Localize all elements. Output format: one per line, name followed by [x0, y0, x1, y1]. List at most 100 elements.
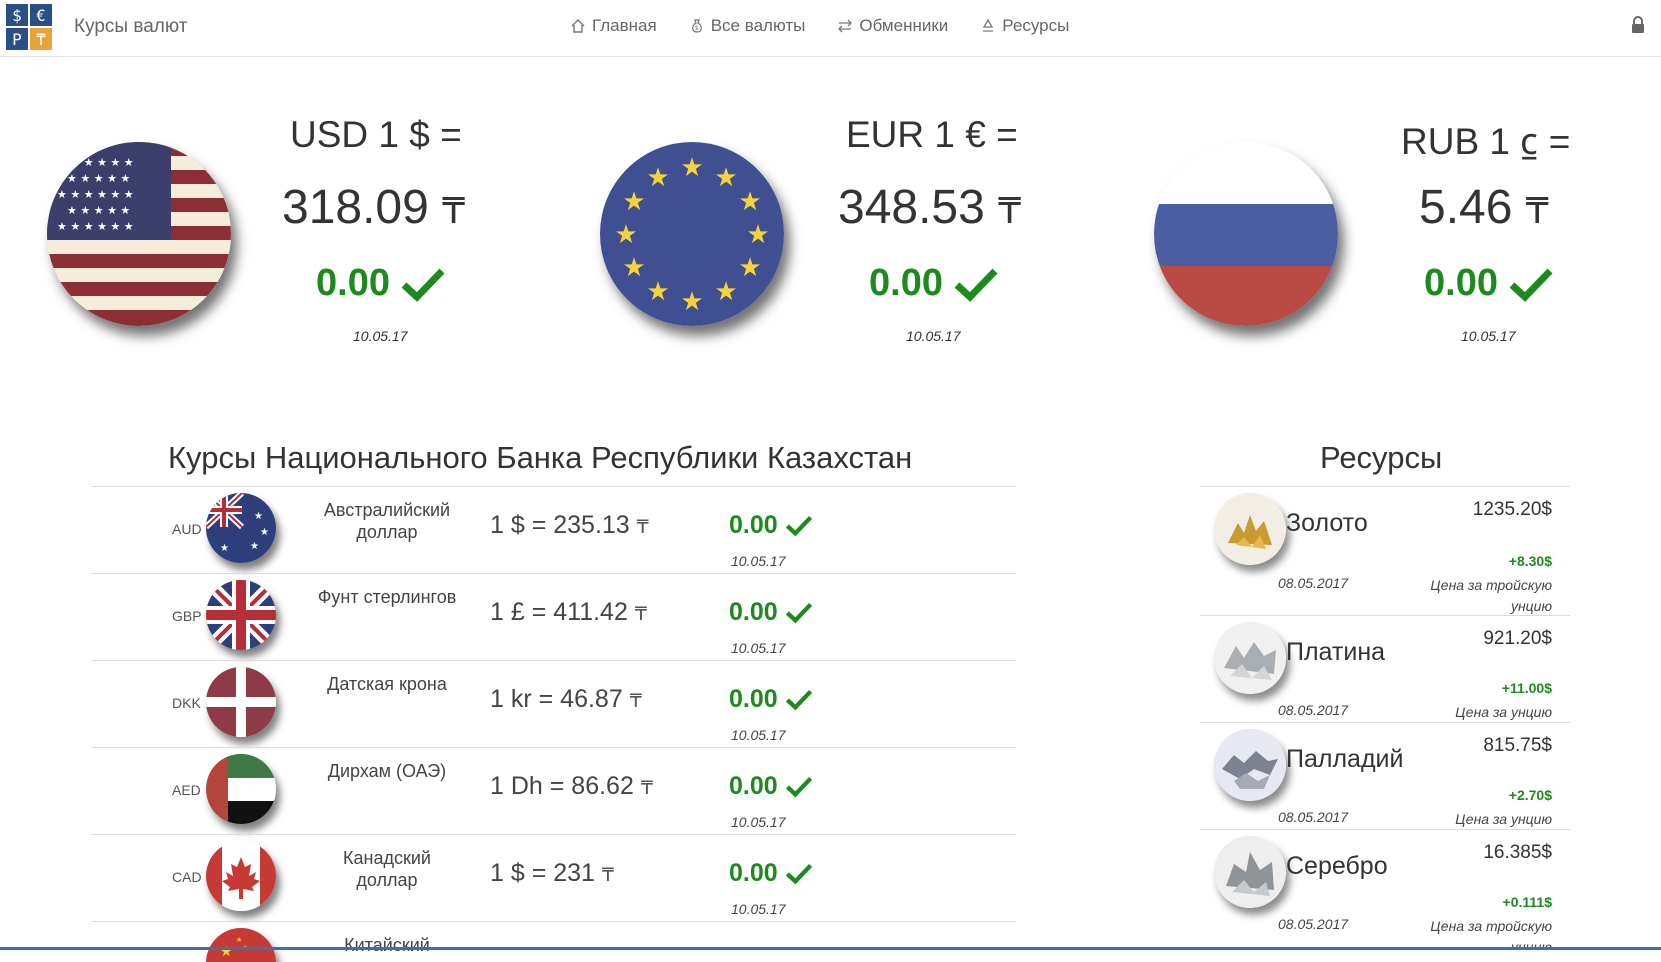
resource-price: 815.75$ — [1483, 735, 1552, 756]
nav-label: Ресурсы — [1002, 16, 1070, 35]
rub-hero-date: 10.05.17 — [1461, 328, 1516, 344]
lock-icon[interactable] — [1631, 16, 1645, 34]
hero-rate: 5.46 — [1419, 181, 1513, 234]
svg-text:★: ★ — [622, 187, 645, 217]
svg-text:★: ★ — [220, 543, 229, 554]
checkmark-icon — [1509, 268, 1553, 302]
list-item[interactable]: Золото 1235.20$ +8.30$ 08.05.2017 Цена з… — [1200, 486, 1570, 615]
usd-hero-value: 318.09 ₸ — [282, 180, 465, 235]
resource-change: +0.111$ — [1502, 894, 1552, 910]
nav-item-resources[interactable]: Ресурсы — [980, 16, 1069, 36]
recycle-icon — [983, 18, 994, 32]
dk-flag — [206, 667, 276, 737]
change-value: 0.00 — [869, 262, 943, 304]
list-item[interactable]: Платина 921.20$ +11.00$ 08.05.2017 Цена … — [1200, 615, 1570, 722]
currency-date: 10.05.17 — [731, 727, 786, 743]
nav-label: Главная — [592, 16, 657, 35]
table-row[interactable]: GBP Фунт стерлингов 1 £ = 411.42 ₸ 0.00 … — [92, 573, 1016, 660]
table-row[interactable]: AUD ★ ★ ★ ★ Австралийский доллар 1 $ = 235.… — [92, 486, 1016, 573]
svg-text:★: ★ — [260, 527, 269, 538]
currency-rate: 1 Dh = 86.62 ₸ — [490, 772, 653, 801]
change-value: 0.00 — [729, 598, 778, 626]
svg-text:★ ★ ★ ★ ★: ★ ★ ★ ★ ★ — [67, 172, 130, 185]
svg-text:★: ★ — [614, 220, 637, 250]
checkmark-icon — [785, 690, 812, 711]
resource-price: 16.385$ — [1483, 842, 1552, 863]
resource-change: +11.00$ — [1501, 680, 1552, 696]
eur-hero-title: EUR 1 € = — [846, 114, 1018, 155]
resource-name: Палладий — [1286, 745, 1404, 773]
currency-code: AUD — [172, 521, 202, 537]
currency-change: 0.00 — [729, 772, 813, 801]
hero-rate: 348.53 — [838, 181, 985, 234]
resource-name: Золото — [1286, 509, 1368, 537]
nav-label: Обменники — [859, 16, 949, 35]
table-row[interactable]: ★★★ Китайский — [92, 921, 1016, 962]
rate-value: 1 £ = 411.42 — [490, 598, 628, 626]
svg-text:★: ★ — [680, 153, 703, 183]
resource-note: Цена за тройскую унцию — [1430, 918, 1552, 950]
currency-name: Дирхам (ОАЭ) — [327, 761, 447, 781]
currency-name: Австралийский доллар — [323, 500, 451, 542]
eur-hero-date: 10.05.17 — [906, 328, 961, 344]
table-row[interactable]: DKK Датская крона 1 kr = 46.87 ₸ 0.00 10… — [92, 660, 1016, 747]
currency-date: 10.05.17 — [731, 901, 786, 917]
home-icon — [571, 19, 585, 33]
resources-list: Золото 1235.20$ +8.30$ 08.05.2017 Цена з… — [1200, 486, 1570, 950]
ae-flag — [206, 754, 276, 824]
resource-change: +8.30$ — [1508, 553, 1552, 569]
svg-text:★ ★ ★ ★ ★ ★: ★ ★ ★ ★ ★ ★ — [57, 220, 134, 233]
currency-rate: 1 £ = 411.42 ₸ — [490, 598, 647, 627]
svg-text:$: $ — [695, 26, 699, 32]
tenge-sign: ₸ — [1525, 191, 1549, 232]
currency-code: DKK — [172, 695, 201, 711]
svg-text:★: ★ — [714, 277, 737, 307]
nav-item-exchangers[interactable]: Обменники — [837, 16, 948, 36]
logo-euro: € — [30, 4, 52, 26]
resource-name: Платина — [1286, 638, 1386, 666]
brand-title[interactable]: Курсы валют — [74, 16, 187, 38]
resource-note: Цена за унцию — [1455, 811, 1552, 827]
rate-value: 1 kr = 46.87 — [490, 685, 623, 713]
svg-text:★: ★ — [680, 287, 703, 317]
currency-name: Китайский — [344, 935, 430, 955]
resource-price: 1235.20$ — [1472, 499, 1552, 520]
resource-date: 08.05.2017 — [1278, 916, 1349, 932]
svg-text:★: ★ — [738, 253, 761, 283]
list-item[interactable]: Серебро 16.385$ +0.111$ 08.05.2017 Цена … — [1200, 829, 1570, 950]
list-item[interactable]: Палладий 815.75$ +2.70$ 08.05.2017 Цена … — [1200, 722, 1570, 829]
nav-item-all-currencies[interactable]: $ Все валюты — [689, 16, 806, 36]
change-value: 0.00 — [729, 685, 778, 713]
currency-name: Канадский доллар — [343, 848, 431, 890]
cn-flag: ★★★ — [206, 928, 276, 962]
au-flag: ★ ★ ★ ★ — [206, 493, 276, 563]
resource-note: Цена за унцию — [1455, 704, 1552, 720]
currency-change: 0.00 — [729, 598, 813, 627]
site-logo[interactable]: $ € Р ₸ — [6, 4, 52, 50]
svg-text:★: ★ — [646, 277, 669, 307]
nav-item-home[interactable]: Главная — [570, 16, 657, 36]
resource-date: 08.05.2017 — [1278, 809, 1349, 825]
ca-flag — [206, 841, 276, 911]
top-navbar: $ € Р ₸ Курсы валют Главная $ Все валюты… — [0, 0, 1661, 57]
table-row[interactable]: CAD Канадский доллар 1 $ = 231 ₸ 0.00 10… — [92, 834, 1016, 921]
silver-image — [1214, 836, 1286, 908]
table-row[interactable]: AED Дирхам (ОАЭ) 1 Dh = 86.62 ₸ 0.00 10.… — [92, 747, 1016, 834]
svg-text:★: ★ — [746, 220, 769, 250]
checkmark-icon — [954, 268, 998, 302]
resources-section-title: Ресурсы — [1320, 440, 1443, 475]
resource-change: +2.70$ — [1508, 787, 1552, 803]
platinum-image — [1214, 622, 1286, 694]
checkmark-icon — [401, 268, 445, 302]
currency-change: 0.00 — [729, 511, 813, 540]
checkmark-icon — [785, 516, 812, 537]
svg-text:★ ★ ★ ★ ★: ★ ★ ★ ★ ★ — [67, 204, 130, 217]
rate-value: 1 Dh = 86.62 — [490, 772, 634, 800]
svg-text:★: ★ — [236, 936, 242, 944]
svg-text:★: ★ — [622, 253, 645, 283]
change-value: 0.00 — [729, 772, 778, 800]
checkmark-icon — [785, 777, 812, 798]
nav-label: Все валюты — [710, 16, 806, 35]
currency-date: 10.05.17 — [731, 640, 786, 656]
hero-rate: 318.09 — [282, 181, 429, 234]
